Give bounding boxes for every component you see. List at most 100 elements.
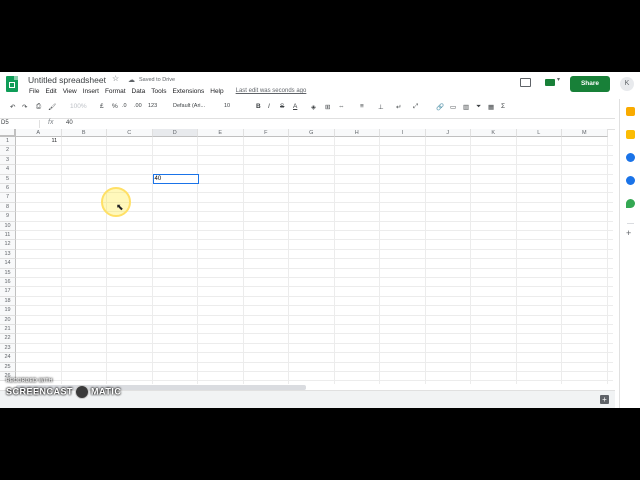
insert-link-icon[interactable]: 🔗 — [436, 103, 444, 111]
strikethrough-button[interactable]: S — [280, 103, 284, 110]
row-header-3[interactable]: 3 — [0, 155, 16, 166]
spreadsheet-grid[interactable]: A B C D E F G H I J K L M 1 2 3 4 5 6 7 8 9 10 11 12 13 14 15 16 17 18… — [0, 129, 613, 384]
row-header-5[interactable]: 5 — [0, 174, 16, 184]
column-header-m[interactable]: M — [562, 129, 608, 137]
contacts-icon[interactable] — [626, 176, 635, 185]
menu-tools[interactable]: Tools — [148, 88, 169, 98]
menu-insert[interactable]: Insert — [80, 88, 102, 98]
redo-icon[interactable]: ↷ — [22, 103, 27, 111]
print-icon[interactable]: ⎙ — [36, 103, 41, 111]
row-header-11[interactable]: 11 — [0, 231, 16, 241]
row-header-19[interactable]: 19 — [0, 306, 16, 316]
font-size-select[interactable]: 10 — [224, 103, 230, 109]
row-gridline — [16, 258, 613, 260]
menu-format[interactable]: Format — [102, 88, 129, 98]
functions-button[interactable]: Σ — [501, 103, 505, 110]
increase-decimal-button[interactable]: .00 — [134, 103, 142, 109]
menu-file[interactable]: File — [26, 88, 42, 98]
align-horizontal-icon[interactable]: ≡ — [360, 103, 364, 110]
bold-button[interactable]: B — [256, 103, 261, 110]
row-header-13[interactable]: 13 — [0, 249, 16, 260]
insert-comment-icon[interactable]: ▭ — [450, 103, 456, 111]
row-header-17[interactable]: 17 — [0, 287, 16, 297]
column-header-l[interactable]: L — [516, 129, 562, 137]
meet-icon[interactable] — [545, 76, 560, 86]
menu-edit[interactable]: Edit — [42, 88, 59, 98]
row-header-9[interactable]: 9 — [0, 212, 16, 222]
comment-history-icon[interactable] — [520, 78, 531, 87]
last-edit-link[interactable]: Last edit was seconds ago — [233, 88, 310, 98]
column-header-j[interactable]: J — [425, 129, 471, 137]
share-button[interactable]: Share — [570, 76, 610, 92]
tasks-icon[interactable] — [626, 153, 635, 162]
row-header-6[interactable]: 6 — [0, 184, 16, 194]
row-header-12[interactable]: 12 — [0, 240, 16, 250]
row-header-20[interactable]: 20 — [0, 315, 16, 325]
borders-icon[interactable]: ⊞ — [325, 103, 330, 111]
text-wrap-icon[interactable]: ↵ — [396, 103, 401, 111]
zoom-select[interactable]: 100% — [70, 103, 87, 110]
column-header-b[interactable]: B — [61, 129, 107, 137]
cell-a1[interactable]: 11 — [52, 138, 58, 144]
row-header-14[interactable]: 14 — [0, 259, 16, 269]
formula-input[interactable]: 40 — [66, 120, 73, 126]
row-header-15[interactable]: 15 — [0, 268, 16, 278]
row-header-2[interactable]: 2 — [0, 146, 16, 156]
explore-icon[interactable]: + — [600, 395, 609, 404]
paint-format-icon[interactable]: 🖌 — [48, 103, 56, 111]
decrease-decimal-button[interactable]: .0 — [122, 103, 127, 109]
column-header-k[interactable]: K — [471, 129, 517, 137]
menu-view[interactable]: View — [60, 88, 80, 98]
italic-button[interactable]: I — [268, 103, 270, 110]
sheets-logo-icon[interactable] — [6, 76, 18, 92]
name-box[interactable]: D5 — [0, 120, 40, 128]
percent-button[interactable]: % — [112, 103, 118, 110]
column-header-e[interactable]: E — [198, 129, 244, 137]
row-header-10[interactable]: 10 — [0, 221, 16, 231]
more-formats-button[interactable]: 123 — [148, 103, 157, 109]
filter-icon[interactable]: ⏷ — [476, 103, 481, 111]
menu-help[interactable]: Help — [207, 88, 226, 98]
currency-button[interactable]: £ — [100, 103, 104, 110]
column-header-c[interactable]: C — [107, 129, 153, 137]
select-all-corner[interactable] — [0, 129, 16, 137]
text-color-button[interactable]: A — [293, 103, 297, 110]
column-header-d[interactable]: D — [152, 129, 198, 137]
row-gridline — [16, 220, 613, 222]
column-header-i[interactable]: I — [380, 129, 426, 137]
watermark-brand-left: SCREENCAST — [6, 386, 74, 397]
add-on-plus-icon[interactable]: + — [626, 228, 631, 238]
row-header-8[interactable]: 8 — [0, 202, 16, 213]
column-header-g[interactable]: G — [289, 129, 335, 137]
column-header-h[interactable]: H — [334, 129, 380, 137]
column-header-a[interactable]: A — [16, 129, 62, 137]
row-header-7[interactable]: 7 — [0, 193, 16, 203]
row-header-22[interactable]: 22 — [0, 334, 16, 344]
merge-cells-icon[interactable]: ⇔ — [338, 103, 345, 110]
active-cell-d5-editor[interactable]: 40 — [152, 173, 199, 184]
font-select[interactable]: Default (Ari... — [173, 103, 205, 109]
star-icon[interactable]: ☆ — [112, 74, 119, 83]
undo-icon[interactable]: ↶ — [10, 103, 15, 111]
keep-icon[interactable] — [626, 130, 635, 139]
calendar-icon[interactable] — [626, 107, 635, 116]
column-header-f[interactable]: F — [243, 129, 289, 137]
row-header-18[interactable]: 18 — [0, 296, 16, 307]
row-header-16[interactable]: 16 — [0, 278, 16, 288]
row-header-24[interactable]: 24 — [0, 353, 16, 363]
align-vertical-icon[interactable]: ⊥ — [378, 103, 384, 111]
row-header-23[interactable]: 23 — [0, 343, 16, 354]
row-header-4[interactable]: 4 — [0, 165, 16, 175]
menu-extensions[interactable]: Extensions — [169, 88, 207, 98]
fill-color-icon[interactable]: ◈ — [311, 103, 316, 111]
text-rotation-icon[interactable]: ⤢ — [413, 103, 418, 111]
menu-data[interactable]: Data — [129, 88, 149, 98]
maps-icon[interactable] — [626, 199, 635, 208]
document-title[interactable]: Untitled spreadsheet — [28, 75, 106, 85]
insert-chart-icon[interactable]: ▥ — [463, 103, 469, 111]
filter-views-icon[interactable]: ▦ — [488, 103, 494, 111]
row-header-21[interactable]: 21 — [0, 325, 16, 335]
row-header-1[interactable]: 1 — [0, 137, 16, 147]
row-header-25[interactable]: 25 — [0, 362, 16, 372]
account-avatar[interactable]: K — [620, 77, 634, 91]
